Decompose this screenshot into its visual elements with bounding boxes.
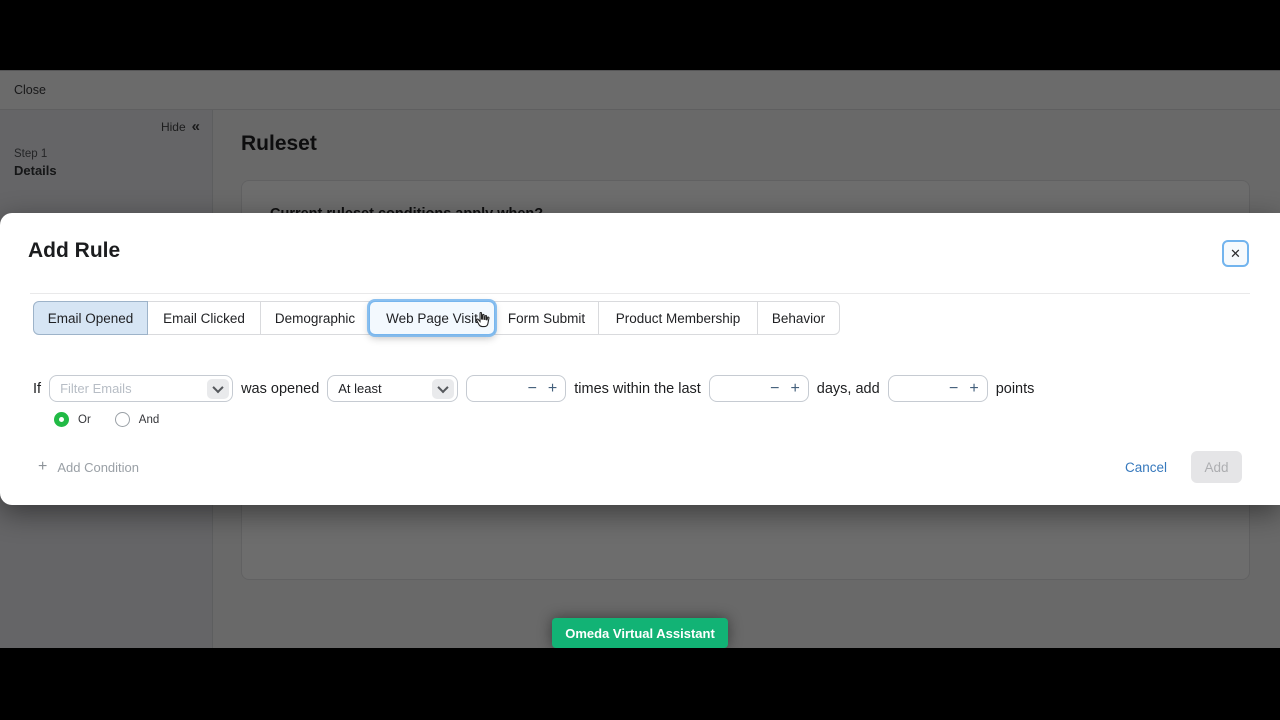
filter-emails-select[interactable]: Filter Emails — [49, 375, 233, 402]
add-condition-button[interactable]: + Add Condition — [38, 458, 139, 476]
chevron-down-icon[interactable] — [207, 379, 229, 399]
days-add-label: days, add — [817, 381, 880, 397]
add-condition-label: Add Condition — [57, 460, 139, 475]
add-rule-modal: Add Rule ✕ Email Opened Email Clicked De… — [0, 213, 1280, 505]
letterbox-top — [0, 0, 1280, 70]
rule-condition-row: If Filter Emails was opened At least − +… — [33, 375, 1034, 402]
tab-email-clicked[interactable]: Email Clicked — [147, 301, 261, 335]
comparator-value: At least — [328, 381, 381, 396]
plus-icon[interactable]: + — [790, 381, 799, 397]
times-stepper[interactable]: − + — [466, 375, 566, 402]
and-label: And — [139, 414, 159, 426]
tab-demographic[interactable]: Demographic — [260, 301, 370, 335]
times-within-label: times within the last — [574, 381, 701, 397]
points-stepper[interactable]: − + — [888, 375, 988, 402]
plus-icon: + — [38, 458, 47, 476]
tab-form-submit[interactable]: Form Submit — [494, 301, 599, 335]
tab-behavior[interactable]: Behavior — [757, 301, 840, 335]
minus-icon[interactable]: − — [949, 381, 958, 397]
title-divider — [30, 293, 1250, 294]
filter-emails-placeholder: Filter Emails — [50, 381, 132, 396]
chevron-down-icon[interactable] — [432, 379, 454, 399]
plus-icon[interactable]: + — [969, 381, 978, 397]
modal-title: Add Rule — [28, 239, 120, 263]
rule-type-tabs: Email Opened Email Clicked Demographic W… — [33, 301, 840, 335]
screen: Close Hide « Step 1 Details Step 2 Rules… — [0, 0, 1280, 720]
or-radio[interactable] — [54, 412, 69, 427]
if-label: If — [33, 381, 41, 397]
tab-web-page-visit[interactable]: Web Page Visit — [369, 301, 495, 335]
points-label: points — [996, 381, 1035, 397]
days-stepper[interactable]: − + — [709, 375, 809, 402]
and-radio[interactable] — [115, 412, 130, 427]
plus-icon[interactable]: + — [548, 381, 557, 397]
letterbox-bottom — [0, 648, 1280, 720]
or-label: Or — [78, 414, 91, 426]
add-button[interactable]: Add — [1191, 451, 1242, 483]
was-opened-label: was opened — [241, 381, 319, 397]
comparator-select[interactable]: At least — [327, 375, 458, 402]
minus-icon[interactable]: − — [770, 381, 779, 397]
minus-icon[interactable]: − — [528, 381, 537, 397]
cancel-button[interactable]: Cancel — [1125, 460, 1167, 475]
tab-product-membership[interactable]: Product Membership — [598, 301, 758, 335]
modal-footer-actions: Cancel Add — [1125, 451, 1242, 483]
omeda-virtual-assistant-button[interactable]: Omeda Virtual Assistant — [552, 618, 728, 648]
tab-email-opened[interactable]: Email Opened — [33, 301, 148, 335]
close-icon[interactable]: ✕ — [1222, 240, 1249, 267]
logic-operator-row: Or And — [54, 412, 159, 427]
